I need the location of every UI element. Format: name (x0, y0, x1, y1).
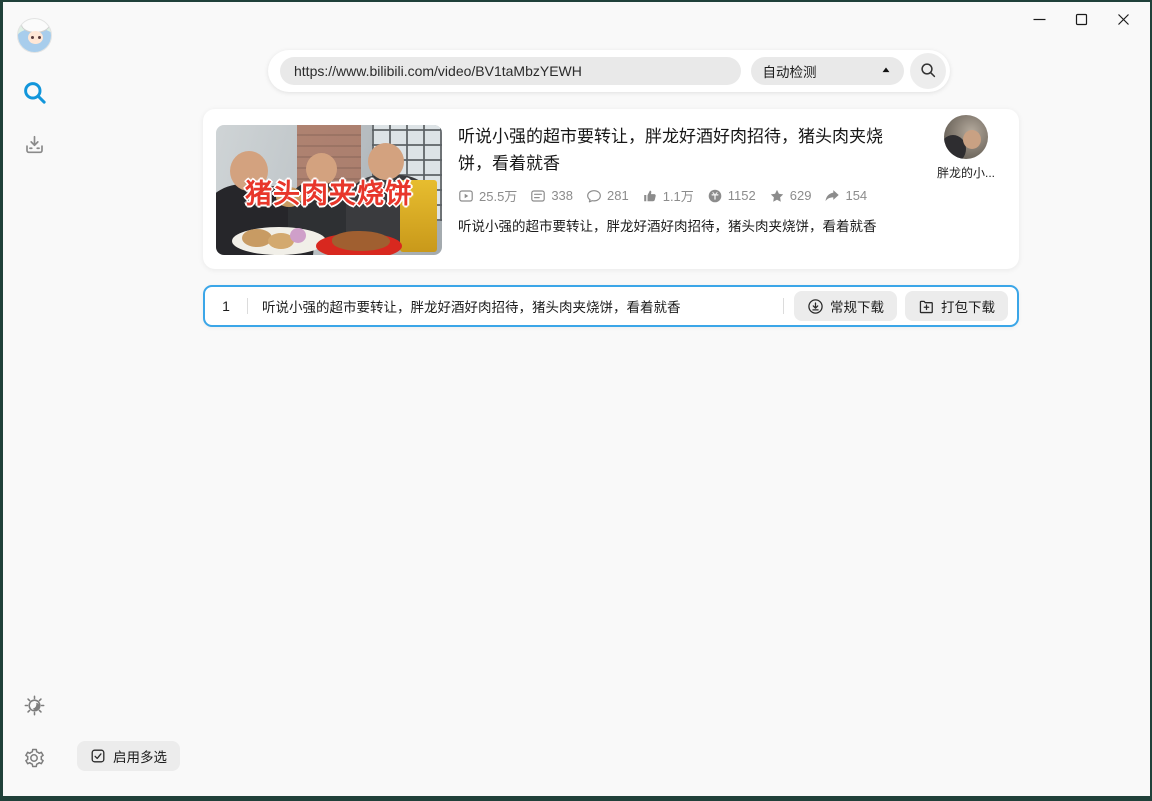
uploader[interactable]: 胖龙的小... (927, 115, 1005, 181)
gear-icon (22, 746, 46, 775)
video-thumbnail[interactable]: 猪头肉夹烧饼 (216, 125, 442, 255)
stat-value: 1.1万 (662, 189, 694, 204)
uploader-avatar[interactable] (944, 115, 988, 159)
download-tray-icon (22, 132, 47, 162)
package-download-label: 打包下载 (941, 300, 995, 315)
minimize-icon (1032, 12, 1047, 27)
row-index: 1 (222, 298, 230, 314)
sidebar (3, 2, 65, 796)
thumb-food (290, 228, 306, 243)
stat-value: 281 (607, 188, 629, 203)
download-row[interactable]: 1 听说小强的超市要转让，胖龙好酒好肉招待，猪头肉夹烧饼，看着就香 常规下载 打… (203, 285, 1019, 327)
avatar-eye (30, 36, 34, 39)
triangle-up-icon (880, 64, 892, 79)
folder-plus-icon (918, 298, 935, 315)
stat-value: 154 (845, 188, 868, 203)
stat-like-count: 1.1万 (642, 186, 694, 205)
package-download-button[interactable]: 打包下载 (905, 291, 1008, 321)
play-count-icon (458, 188, 474, 204)
stat-value: 629 (789, 188, 812, 203)
stat-value: 338 (551, 188, 574, 203)
regular-download-label: 常规下载 (830, 300, 884, 315)
thumbnail-overlay-text: 猪头肉夹烧饼 (245, 178, 413, 209)
circle-download-icon (807, 298, 824, 315)
share-icon (824, 188, 840, 204)
thumb-food (332, 231, 390, 251)
stat-danmaku-count: 338 (530, 188, 573, 204)
theme-toggle-button[interactable] (20, 694, 48, 722)
detect-mode-dropdown[interactable]: 自动检测 (750, 57, 905, 85)
favorite-icon (769, 188, 785, 204)
sidebar-search-tab[interactable] (20, 81, 48, 109)
avatar-eye (37, 36, 41, 39)
sun-moon-icon (22, 693, 47, 723)
url-search-bar: 自动检测 (268, 50, 950, 92)
stat-value: 25.5万 (479, 189, 518, 204)
row-actions: 常规下载 打包下载 (794, 291, 1008, 321)
danmaku-icon (530, 188, 546, 204)
app-window: 自动检测 (0, 0, 1152, 801)
magnifier-icon (919, 61, 937, 82)
detect-mode-label: 自动检测 (762, 65, 817, 80)
search-button[interactable] (910, 53, 946, 89)
like-icon (642, 188, 658, 204)
settings-button[interactable] (20, 746, 48, 774)
video-description: 听说小强的超市要转让，胖龙好酒好肉招待，猪头肉夹烧饼，看着就香 (458, 219, 877, 234)
stat-value: 1152 (727, 188, 756, 203)
window-controls (1018, 6, 1144, 32)
video-title: 听说小强的超市要转让，胖龙好酒好肉招待，猪头肉夹烧饼，看着就香 (458, 127, 883, 173)
sidebar-downloads-tab[interactable] (20, 133, 48, 161)
stat-coin-count: 1152 (707, 188, 756, 204)
uploader-avatar-face (963, 130, 981, 149)
stat-play-count: 25.5万 (458, 186, 517, 205)
enable-multiselect-button[interactable]: 启用多选 (77, 741, 180, 771)
stat-comment-count: 281 (586, 188, 629, 204)
comment-icon (586, 188, 602, 204)
search-icon (21, 79, 48, 111)
multiselect-label: 启用多选 (113, 750, 167, 765)
close-button[interactable] (1102, 6, 1144, 32)
maximize-icon (1074, 12, 1089, 27)
divider (247, 298, 248, 314)
divider (783, 298, 784, 314)
video-card[interactable]: 猪头肉夹烧饼 听说小强的超市要转让，胖龙好酒好肉招待，猪头肉夹烧饼，看着就香 2… (203, 109, 1019, 269)
stat-favorite-count: 629 (769, 188, 812, 204)
close-icon (1116, 12, 1131, 27)
stat-share-count: 154 (824, 188, 867, 204)
coin-icon (707, 188, 723, 204)
checkbox-icon (90, 748, 106, 764)
video-info: 听说小强的超市要转让，胖龙好酒好肉招待，猪头肉夹烧饼，看着就香 25.5万 33… (458, 123, 916, 235)
uploader-name: 胖龙的小... (936, 166, 995, 180)
video-stats: 25.5万 338 281 1.1万 1152 629 154 (458, 186, 916, 205)
row-title: 听说小强的超市要转让，胖龙好酒好肉招待，猪头肉夹烧饼，看着就香 (262, 300, 681, 315)
app-logo-avatar[interactable] (16, 18, 52, 53)
minimize-button[interactable] (1018, 6, 1060, 32)
maximize-button[interactable] (1060, 6, 1102, 32)
url-input[interactable] (280, 57, 741, 85)
regular-download-button[interactable]: 常规下载 (794, 291, 897, 321)
